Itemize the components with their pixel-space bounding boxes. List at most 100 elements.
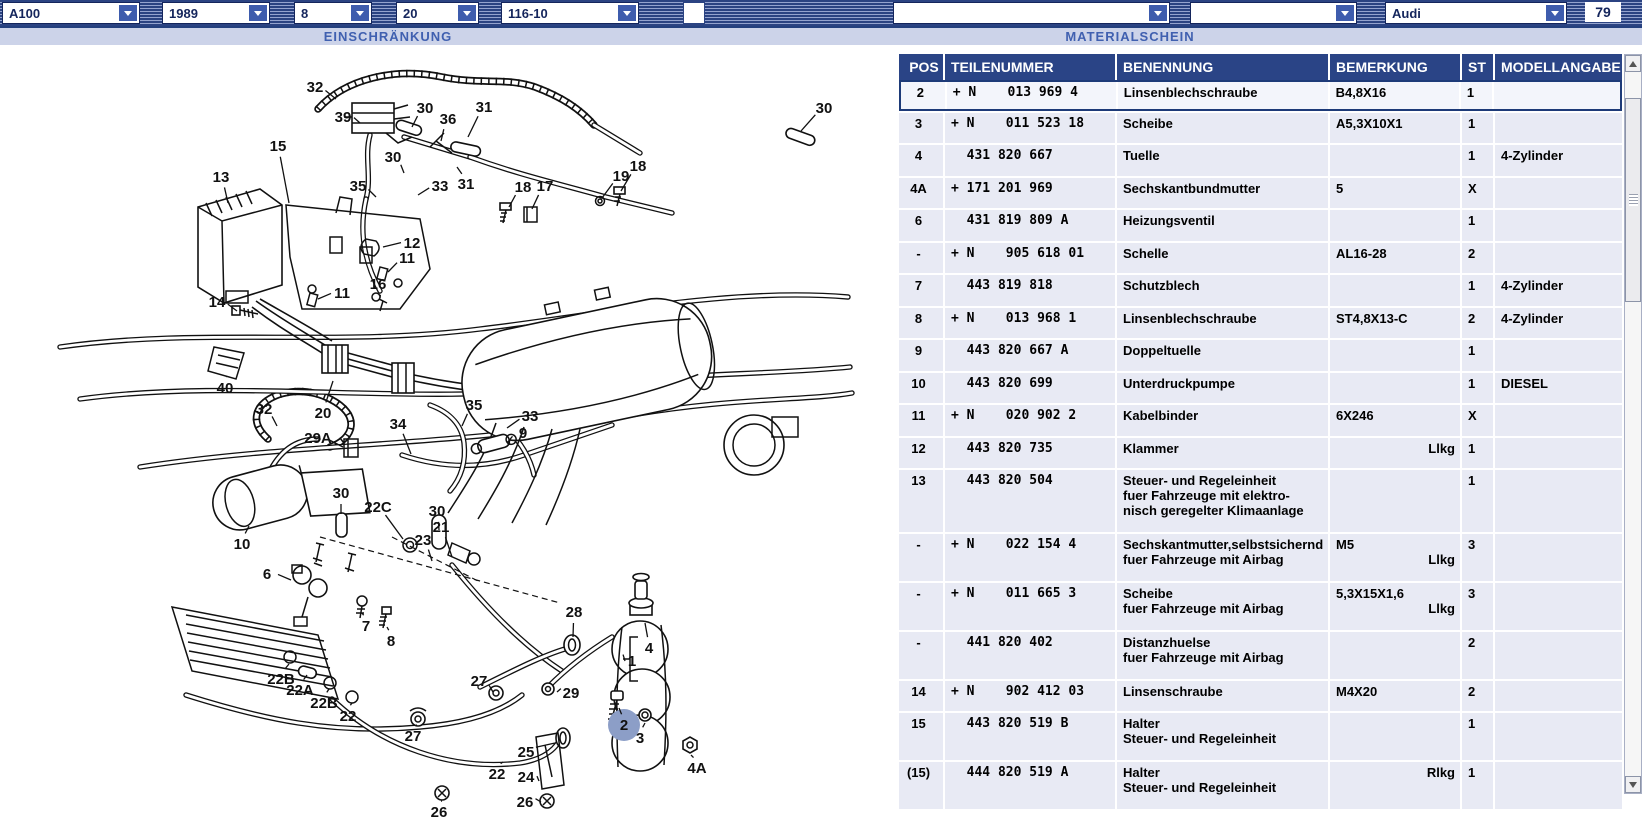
table-scrollbar[interactable] — [1624, 54, 1642, 794]
part-callout[interactable]: 16 — [370, 276, 387, 293]
part-callout[interactable]: 21 — [433, 519, 450, 536]
part-callout[interactable]: 9 — [519, 425, 527, 442]
part-callout[interactable]: 27 — [405, 728, 422, 745]
part-callout[interactable]: 26 — [431, 804, 448, 821]
table-row[interactable]: 8+ N 013 968 1LinsenblechschraubeST4,8X1… — [899, 308, 1622, 338]
part-callout[interactable]: 30 — [333, 485, 350, 502]
part-callout[interactable]: 20 — [315, 405, 332, 422]
part-callout[interactable]: 39 — [335, 109, 352, 126]
part-callout[interactable]: 1 — [628, 653, 636, 670]
part-callout[interactable]: 17 — [537, 178, 554, 195]
part-callout[interactable]: 33 — [522, 408, 539, 425]
part-callout[interactable]: 3 — [636, 730, 644, 747]
part-callout[interactable]: 22 — [340, 708, 357, 725]
chevron-down-icon[interactable] — [1148, 4, 1168, 22]
year-select[interactable]: 1989 — [162, 2, 270, 24]
table-row[interactable]: 12 443 820 735KlammerLlkg1 — [899, 438, 1622, 468]
flag-box[interactable] — [683, 2, 705, 24]
part-callout[interactable]: 29 — [563, 685, 580, 702]
table-row[interactable]: 13 443 820 504Steuer- und Regeleinheitfu… — [899, 470, 1622, 532]
part-callout[interactable]: 31 — [476, 99, 493, 116]
scrollbar-thumb[interactable] — [1625, 98, 1641, 302]
chevron-down-icon[interactable] — [617, 4, 637, 22]
chevron-down-icon[interactable] — [118, 4, 138, 22]
cell-teilenummer: 443 820 735 — [945, 438, 1117, 468]
sub-group-select[interactable]: 20 — [396, 2, 479, 24]
part-callout[interactable]: 28 — [566, 604, 583, 621]
part-callout[interactable]: 22B — [310, 695, 338, 712]
part-callout[interactable]: 7 — [362, 618, 370, 635]
table-row[interactable]: 14+ N 902 412 03LinsenschraubeM4X202 — [899, 681, 1622, 711]
part-callout[interactable]: 6 — [263, 566, 271, 583]
cell-bemerkung: B4,8X16 — [1330, 82, 1461, 109]
part-callout[interactable]: 11 — [399, 250, 415, 267]
diagram-artwork — [60, 74, 852, 808]
part-callout[interactable]: 34 — [390, 416, 407, 433]
part-callout[interactable]: 27 — [471, 673, 488, 690]
table-row[interactable]: -+ N 905 618 01SchelleAL16-282 — [899, 243, 1622, 273]
table-row[interactable]: 4A+ 171 201 969Sechskantbundmutter5X — [899, 178, 1622, 208]
empty-select-1[interactable] — [893, 2, 1170, 24]
table-row[interactable]: 7 443 819 818Schutzblech14-Zylinder — [899, 275, 1622, 306]
table-row[interactable]: 11+ N 020 902 2Kabelbinder6X246X — [899, 405, 1622, 436]
table-row[interactable]: 15 443 820 519 BHalterSteuer- und Regele… — [899, 713, 1622, 760]
part-callout[interactable]: 15 — [270, 138, 287, 155]
restriction-section-label: EINSCHRÄNKUNG — [278, 29, 498, 44]
main-group-select[interactable]: 8 — [294, 2, 372, 24]
chevron-down-icon[interactable] — [248, 4, 268, 22]
part-callout[interactable]: 22 — [489, 766, 506, 783]
brand-select[interactable]: Audi — [1385, 2, 1567, 24]
part-callout[interactable]: 29A — [304, 430, 332, 447]
chevron-down-icon[interactable] — [350, 4, 370, 22]
illustration-select[interactable]: 116-10 — [501, 2, 639, 24]
column-header-pos: POS — [899, 54, 945, 80]
part-callout[interactable]: 19 — [613, 168, 630, 185]
part-callout[interactable]: 32 — [256, 401, 273, 418]
part-callout[interactable]: 22C — [364, 499, 392, 516]
table-row[interactable]: 3+ N 011 523 18ScheibeA5,3X10X11 — [899, 113, 1622, 143]
part-callout-selected[interactable]: 2 — [620, 717, 628, 734]
part-callout[interactable]: 4 — [645, 640, 654, 657]
table-row[interactable]: 10 443 820 699Unterdruckpumpe1DIESEL — [899, 373, 1622, 403]
part-callout[interactable]: 11 — [334, 285, 350, 302]
part-callout[interactable]: 31 — [458, 176, 475, 193]
part-callout[interactable]: 24 — [518, 769, 535, 786]
table-row[interactable]: -+ N 022 154 4Sechskantmutter,selbstsich… — [899, 534, 1622, 581]
part-callout[interactable]: 8 — [387, 633, 395, 650]
cell-modellangabe — [1495, 243, 1622, 273]
part-callout[interactable]: 35 — [350, 178, 367, 195]
part-callout[interactable]: 25 — [518, 744, 535, 761]
scroll-down-button[interactable] — [1625, 776, 1641, 793]
table-row[interactable]: 6 431 819 809 AHeizungsventil1 — [899, 210, 1622, 241]
part-callout[interactable]: 18 — [630, 158, 647, 175]
table-row[interactable]: 4 431 820 667Tuelle14-Zylinder — [899, 145, 1622, 176]
part-callout[interactable]: 35 — [466, 397, 483, 414]
chevron-down-icon[interactable] — [1545, 4, 1565, 22]
scroll-up-button[interactable] — [1625, 55, 1641, 72]
table-row[interactable]: - 441 820 402Distanzhuelsefuer Fahrzeuge… — [899, 632, 1622, 679]
part-callout[interactable]: 33 — [432, 178, 449, 195]
part-callout[interactable]: 14 — [209, 294, 226, 311]
part-callout[interactable]: 40 — [217, 380, 234, 397]
empty-select-2[interactable] — [1190, 2, 1357, 24]
chevron-down-icon[interactable] — [457, 4, 477, 22]
part-callout[interactable]: 13 — [213, 169, 230, 186]
part-callout[interactable]: 30 — [429, 503, 446, 520]
chevron-down-icon[interactable] — [1335, 4, 1355, 22]
table-row[interactable]: (15) 444 820 519 AHalterSteuer- und Rege… — [899, 762, 1622, 809]
model-select[interactable]: A100 — [2, 2, 140, 24]
table-row[interactable]: 2+ N 013 969 4LinsenblechschraubeB4,8X16… — [899, 80, 1622, 111]
part-callout[interactable]: 10 — [234, 536, 251, 553]
part-callout[interactable]: 36 — [440, 111, 457, 128]
part-callout[interactable]: 18 — [515, 179, 532, 196]
part-callout[interactable]: 26 — [517, 794, 534, 811]
table-row[interactable]: 9 443 820 667 ADoppeltuelle1 — [899, 340, 1622, 371]
part-callout[interactable]: 30 — [816, 100, 833, 117]
part-callout[interactable]: 23 — [415, 532, 432, 549]
part-callout[interactable]: 4A — [687, 760, 706, 777]
part-callout[interactable]: 32 — [307, 79, 324, 96]
callout-leader-line — [388, 263, 397, 272]
part-callout[interactable]: 30 — [385, 149, 402, 166]
table-row[interactable]: -+ N 011 665 3Scheibefuer Fahrzeuge mit … — [899, 583, 1622, 630]
part-callout[interactable]: 30 — [417, 100, 434, 117]
